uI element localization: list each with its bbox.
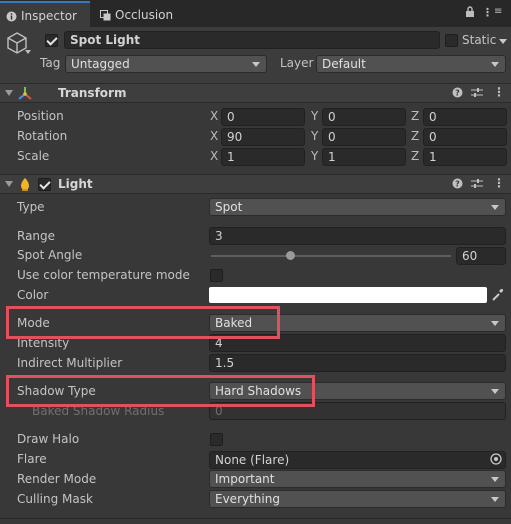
chevron-down-icon xyxy=(491,497,499,502)
occlusion-icon xyxy=(100,9,111,20)
object-name-input[interactable]: Spot Light xyxy=(64,31,440,49)
rotation-label: Rotation xyxy=(17,129,68,143)
foldout-arrow-icon[interactable] xyxy=(5,90,13,96)
tab-inspector-label: Inspector xyxy=(21,9,77,23)
scale-x-field[interactable]: 1 xyxy=(221,148,305,166)
tag-dropdown[interactable]: Untagged xyxy=(65,55,267,73)
object-header: Spot Light Static Tag Untagged Layer Def… xyxy=(0,27,511,84)
range-label: Range xyxy=(17,229,56,243)
chevron-down-icon xyxy=(491,477,499,482)
chevron-down-icon xyxy=(491,205,499,210)
color-label: Color xyxy=(17,288,49,302)
help-icon[interactable]: ? xyxy=(452,178,463,192)
presets-icon[interactable] xyxy=(471,87,483,101)
light-enabled-checkbox[interactable] xyxy=(38,178,51,191)
light-bulb-icon xyxy=(21,178,29,191)
tag-label: Tag xyxy=(40,56,61,70)
help-icon[interactable]: ? xyxy=(452,87,463,101)
layer-dropdown[interactable]: Default xyxy=(316,55,506,73)
object-active-checkbox[interactable] xyxy=(45,34,58,47)
rotation-y-axis[interactable]: Y xyxy=(311,129,318,143)
color-temp-checkbox[interactable] xyxy=(210,269,223,282)
render-mode-dropdown[interactable]: Important xyxy=(209,470,506,488)
flare-value: None (Flare) xyxy=(215,453,290,467)
chevron-down-icon xyxy=(491,389,499,394)
component-menu-icon[interactable]: ⋮ xyxy=(493,176,505,190)
type-dropdown[interactable]: Spot xyxy=(209,198,506,216)
scale-label: Scale xyxy=(17,149,50,163)
rotation-x-axis[interactable]: X xyxy=(210,129,218,143)
layer-value: Default xyxy=(322,57,366,71)
type-label: Type xyxy=(17,200,45,214)
position-z-field[interactable]: 0 xyxy=(423,108,507,126)
indirect-multiplier-label: Indirect Multiplier xyxy=(17,356,123,370)
spot-angle-field[interactable]: 60 xyxy=(456,247,506,265)
render-mode-value: Important xyxy=(215,472,275,486)
position-x-field[interactable]: 0 xyxy=(221,108,305,126)
shadow-type-highlight-box xyxy=(6,375,315,407)
static-label: Static xyxy=(462,33,497,47)
tab-occlusion[interactable]: Occlusion xyxy=(94,3,194,27)
spot-angle-slider-handle[interactable] xyxy=(285,251,295,260)
color-swatch[interactable] xyxy=(209,287,487,303)
chevron-down-icon xyxy=(491,321,499,326)
icon-dropdown-arrow[interactable] xyxy=(25,50,31,54)
scale-z-axis[interactable]: Z xyxy=(411,149,419,163)
light-header[interactable]: Light ? ⋮ xyxy=(0,174,511,194)
spot-angle-label: Spot Angle xyxy=(17,248,83,262)
culling-mask-label: Culling Mask xyxy=(17,492,93,506)
type-value: Spot xyxy=(215,200,243,214)
position-label: Position xyxy=(17,109,64,123)
presets-icon[interactable] xyxy=(471,178,483,192)
static-dropdown-arrow[interactable] xyxy=(499,39,507,44)
svg-text:?: ? xyxy=(455,180,460,189)
layer-label: Layer xyxy=(280,56,314,70)
tab-inspector[interactable]: Inspector xyxy=(0,1,90,29)
culling-mask-dropdown[interactable]: Everything xyxy=(209,490,506,508)
transform-header[interactable]: Transform ? ⋮ xyxy=(0,83,511,103)
info-icon xyxy=(6,11,17,21)
rotation-z-axis[interactable]: Z xyxy=(411,129,419,143)
object-picker-icon[interactable] xyxy=(490,453,502,468)
more-options-icon[interactable]: ⋮ xyxy=(482,6,493,19)
chevron-down-icon xyxy=(252,62,260,67)
position-z-axis[interactable]: Z xyxy=(411,109,419,123)
tab-occlusion-label: Occlusion xyxy=(115,8,174,22)
tag-value: Untagged xyxy=(71,57,130,71)
chevron-down-icon xyxy=(491,62,499,67)
rotation-y-field[interactable]: 0 xyxy=(322,128,406,146)
scale-x-axis[interactable]: X xyxy=(210,149,218,163)
rotation-z-field[interactable]: 0 xyxy=(423,128,507,146)
lock-icon[interactable] xyxy=(465,6,475,20)
scale-y-axis[interactable]: Y xyxy=(311,149,318,163)
indirect-multiplier-field[interactable]: 1.5 xyxy=(209,354,506,372)
section-divider xyxy=(0,518,511,519)
color-temp-label: Use color temperature mode xyxy=(17,268,190,282)
light-title: Light xyxy=(58,177,93,191)
static-checkbox[interactable] xyxy=(445,34,458,47)
mode-highlight-box xyxy=(6,306,280,339)
transform-title: Transform xyxy=(58,86,127,100)
draw-halo-checkbox[interactable] xyxy=(210,433,223,446)
flare-label: Flare xyxy=(17,452,47,466)
menu-icon[interactable]: ≡ xyxy=(494,6,502,17)
culling-mask-value: Everything xyxy=(215,492,280,506)
draw-halo-label: Draw Halo xyxy=(17,432,80,446)
position-y-axis[interactable]: Y xyxy=(311,109,318,123)
render-mode-label: Render Mode xyxy=(17,472,97,486)
eyedropper-icon[interactable] xyxy=(490,287,504,306)
scale-y-field[interactable]: 1 xyxy=(322,148,406,166)
position-y-field[interactable]: 0 xyxy=(322,108,406,126)
tab-bar: Inspector Occlusion ⋮ ≡ xyxy=(0,0,511,29)
flare-object-field[interactable]: None (Flare) xyxy=(209,451,506,469)
position-x-axis[interactable]: X xyxy=(210,109,218,123)
range-field[interactable]: 3 xyxy=(209,227,506,245)
transform-icon xyxy=(18,87,32,100)
component-menu-icon[interactable]: ⋮ xyxy=(493,85,505,99)
svg-text:?: ? xyxy=(455,89,460,98)
scale-z-field[interactable]: 1 xyxy=(423,148,507,166)
foldout-arrow-icon[interactable] xyxy=(5,181,13,187)
spot-angle-slider-track[interactable] xyxy=(211,255,451,257)
rotation-x-field[interactable]: 90 xyxy=(221,128,305,146)
